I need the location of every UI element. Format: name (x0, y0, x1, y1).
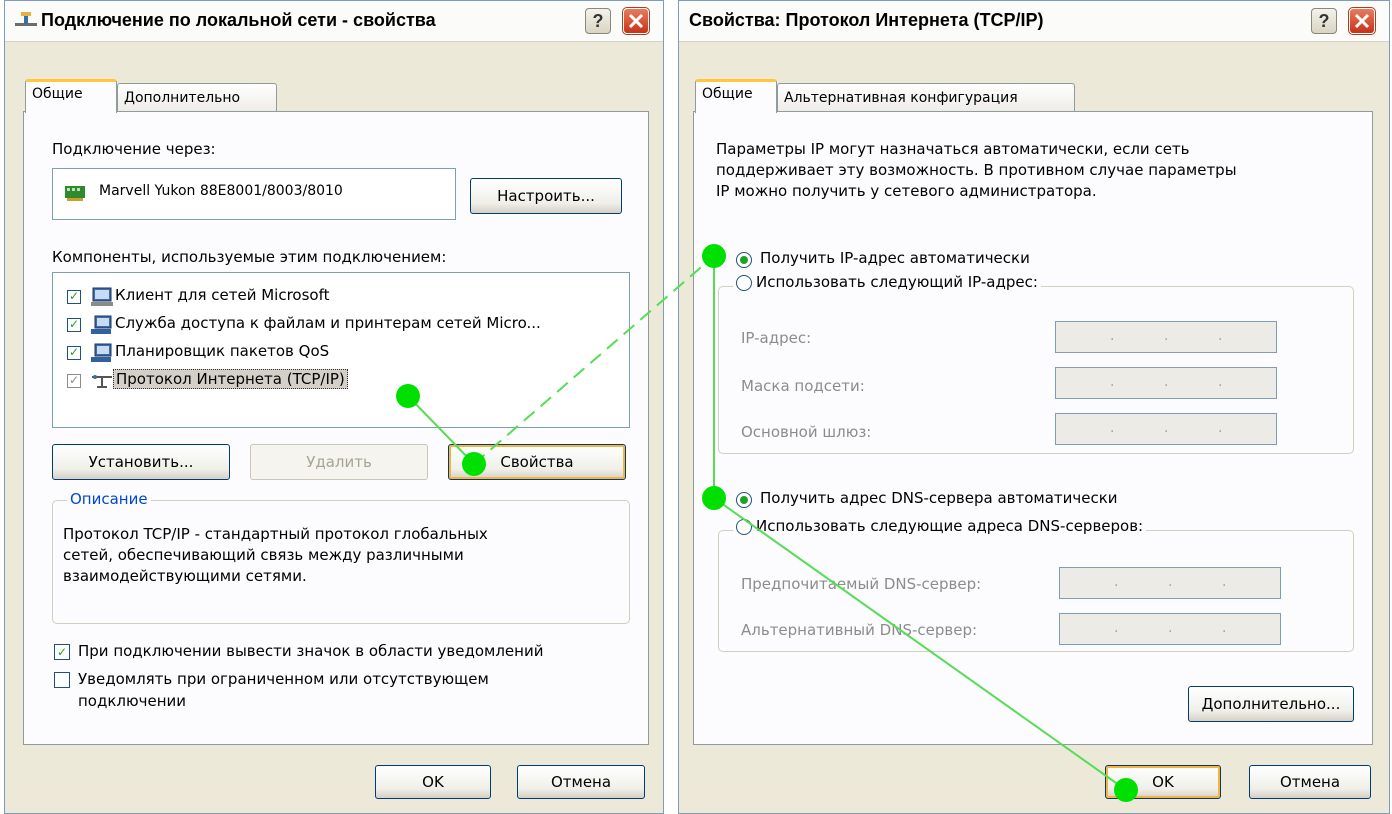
ip-manual-radio[interactable] (736, 274, 752, 291)
component-label: Планировщик пакетов QoS (115, 342, 330, 360)
network-adapter-icon (65, 186, 85, 201)
components-list[interactable]: ✓ Клиент для сетей Microsoft ✓ Служба до… (52, 272, 630, 428)
close-button[interactable] (1348, 7, 1376, 35)
annotation-marker (702, 486, 726, 510)
show-icon-checkbox[interactable]: ✓ (54, 644, 70, 660)
help-button[interactable]: ? (1311, 8, 1337, 34)
annotation-marker (462, 452, 486, 476)
remove-button[interactable]: Удалить (250, 444, 428, 480)
ip-auto-label: Получить IP-адрес автоматически (760, 249, 1030, 267)
ip-manual-group: Использовать следующий IP-адрес: IP-адре… (718, 273, 1354, 454)
preferred-dns-field[interactable]: ... (1059, 567, 1281, 599)
intro-line: поддерживает эту возможность. В противно… (716, 161, 1237, 179)
title-bar[interactable]: Свойства: Протокол Интернета (TCP/IP) ? (679, 1, 1389, 42)
ip-manual-legend: Использовать следующий IP-адрес: (733, 273, 1041, 291)
component-checkbox[interactable]: ✓ (67, 374, 81, 388)
general-panel: Параметры IP могут назначаться автоматич… (693, 111, 1373, 745)
tab-alternate-config[interactable]: Альтернативная конфигурация (777, 83, 1075, 113)
preferred-dns-label: Предпочитаемый DNS-сервер: (741, 575, 982, 593)
annotation-marker (702, 244, 726, 268)
dns-manual-label: Использовать следующие адреса DNS-сервер… (756, 517, 1144, 535)
description-legend: Описание (67, 490, 151, 508)
notify-checkbox[interactable] (54, 672, 70, 688)
alternate-dns-field[interactable]: ... (1059, 613, 1281, 645)
lan-properties-dialog: Подключение по локальной сети - свойства… (4, 0, 664, 814)
general-panel: Подключение через: Marvell Yukon 88E8001… (23, 111, 649, 745)
dialog-title: Свойства: Протокол Интернета (TCP/IP) (689, 10, 1044, 30)
dialog-title: Подключение по локальной сети - свойства (41, 10, 436, 30)
component-checkbox[interactable]: ✓ (67, 290, 81, 304)
subnet-label: Маска подсети: (741, 377, 865, 395)
components-label: Компоненты, используемые этим подключени… (52, 248, 447, 266)
description-group: Описание Протокол TCP/IP - стандартный п… (52, 490, 630, 624)
advanced-button[interactable]: Дополнительно... (1188, 686, 1354, 722)
gateway-label: Основной шлюз: (741, 423, 872, 441)
description-line: Протокол TCP/IP - стандартный протокол г… (63, 525, 488, 543)
network-client-icon (91, 287, 113, 306)
title-bar[interactable]: Подключение по локальной сети - свойства… (5, 1, 663, 42)
gateway-field[interactable]: ... (1055, 413, 1277, 445)
adapter-name: Marvell Yukon 88E8001/8003/8010 (99, 183, 343, 199)
configure-button[interactable]: Настроить... (470, 178, 622, 214)
annotation-marker (396, 384, 420, 408)
ip-auto-radio[interactable] (736, 252, 752, 268)
connect-via-label: Подключение через: (52, 140, 216, 158)
install-button[interactable]: Установить... (52, 444, 230, 480)
network-connection-icon (15, 12, 37, 26)
subnet-field[interactable]: ... (1055, 367, 1277, 399)
component-label: Клиент для сетей Microsoft (115, 286, 330, 304)
notify-label-line2: подключении (78, 692, 187, 710)
ip-manual-label: Использовать следующий IP-адрес: (756, 273, 1038, 291)
ip-address-field[interactable]: ... (1055, 321, 1277, 353)
show-icon-label: При подключении вывести значок в области… (78, 642, 544, 660)
cancel-button[interactable]: Отмена (517, 765, 645, 799)
alternate-dns-label: Альтернативный DNS-сервер: (741, 621, 978, 639)
adapter-box: Marvell Yukon 88E8001/8003/8010 (52, 168, 456, 220)
tab-general[interactable]: Общие (695, 79, 777, 113)
cancel-button[interactable]: Отмена (1249, 765, 1371, 799)
help-button[interactable]: ? (585, 8, 611, 34)
intro-line: IP можно получить у сетевого администрат… (716, 182, 1097, 200)
dns-auto-label: Получить адрес DNS-сервера автоматически (760, 489, 1118, 507)
dns-manual-radio[interactable] (736, 518, 752, 535)
annotation-marker (1114, 778, 1138, 802)
intro-line: Параметры IP могут назначаться автоматич… (716, 140, 1190, 158)
description-line: сетей, обеспечивающий связь между различ… (63, 546, 464, 564)
notify-label-line1: Уведомлять при ограниченном или отсутств… (78, 670, 489, 688)
close-icon (1354, 13, 1370, 29)
description-line: взаимодействующими сетями. (63, 567, 307, 585)
ip-address-label: IP-адрес: (741, 329, 812, 347)
qos-scheduler-icon (91, 343, 112, 362)
dns-manual-group: Использовать следующие адреса DNS-сервер… (718, 517, 1354, 652)
tab-advanced[interactable]: Дополнительно (117, 83, 277, 113)
tcpip-properties-dialog: Свойства: Протокол Интернета (TCP/IP) ? … (678, 0, 1390, 814)
component-checkbox[interactable]: ✓ (67, 346, 81, 360)
component-checkbox[interactable]: ✓ (67, 318, 81, 332)
component-label: Протокол Интернета (TCP/IP) (113, 369, 348, 389)
dns-manual-legend: Использовать следующие адреса DNS-сервер… (733, 517, 1147, 535)
file-printer-sharing-icon (91, 315, 112, 334)
ok-button[interactable]: OK (375, 765, 491, 799)
protocol-icon (92, 375, 112, 388)
dns-auto-radio[interactable] (736, 492, 752, 508)
tab-general[interactable]: Общие (25, 79, 117, 113)
component-label: Служба доступа к файлам и принтерам сете… (115, 314, 541, 332)
close-button[interactable] (622, 7, 650, 35)
close-icon (628, 13, 644, 29)
